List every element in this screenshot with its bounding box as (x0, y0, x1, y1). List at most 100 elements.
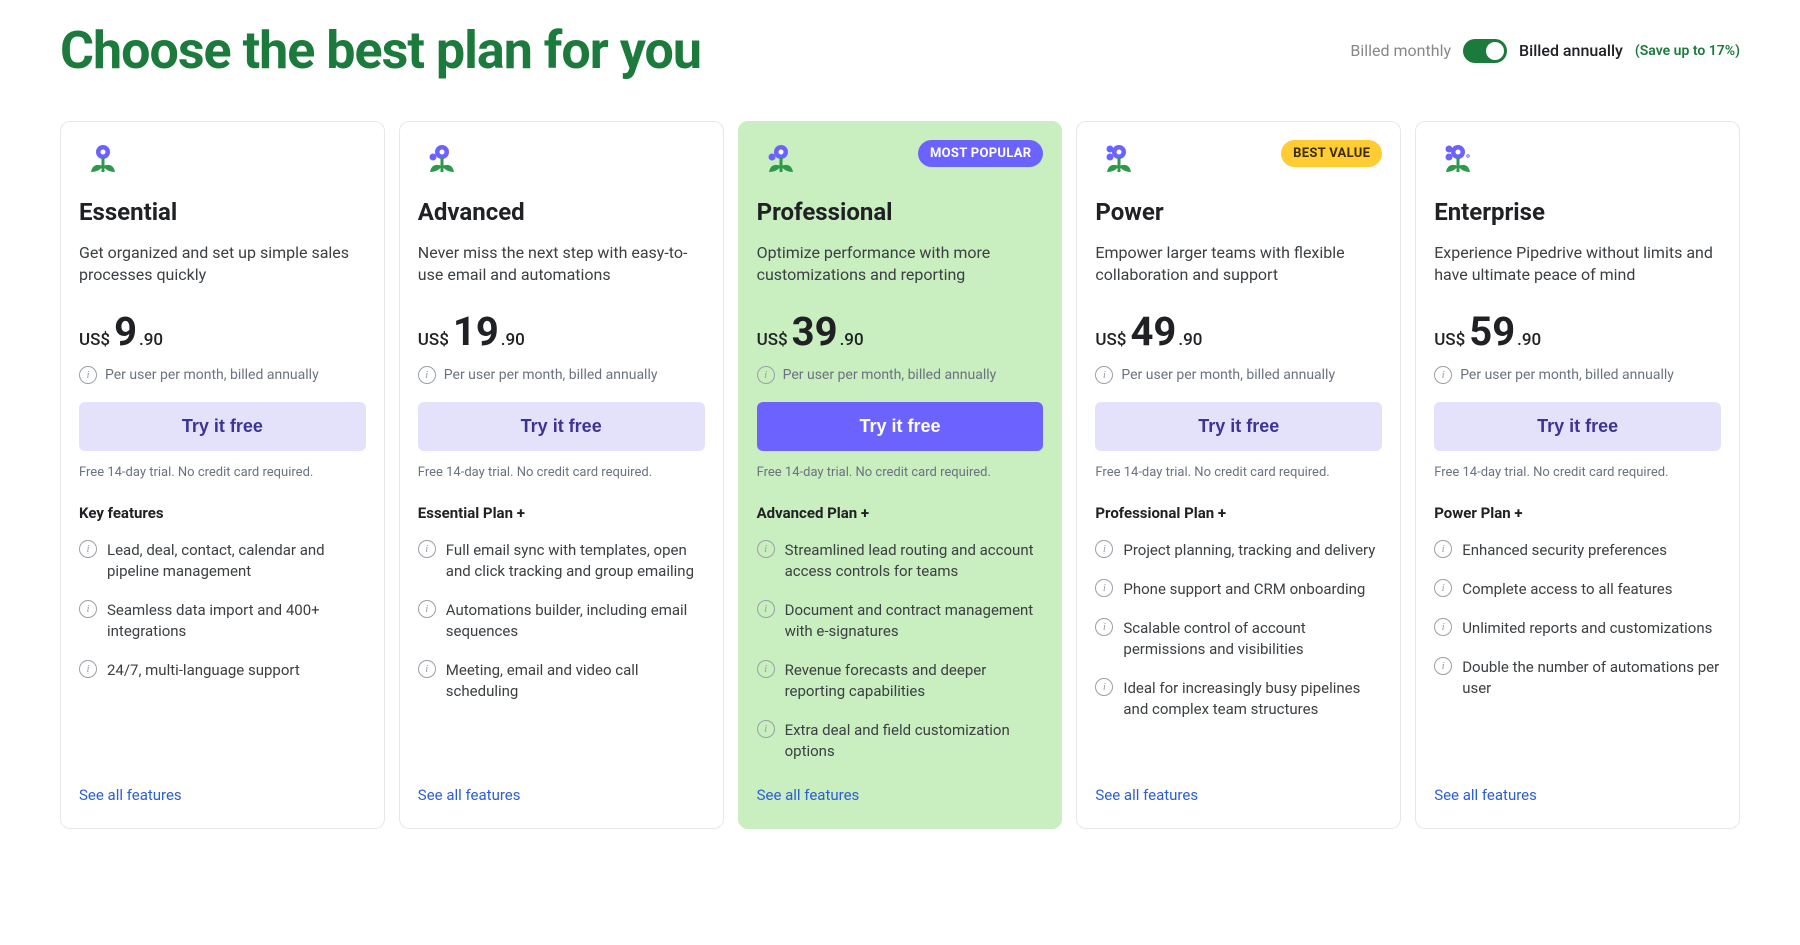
info-icon[interactable]: i (1434, 366, 1452, 384)
billing-monthly-label[interactable]: Billed monthly (1350, 41, 1451, 60)
info-icon[interactable]: i (79, 660, 97, 678)
info-icon[interactable]: i (79, 366, 97, 384)
feature-text: Double the number of automations per use… (1462, 657, 1721, 699)
features-list: i Lead, deal, contact, calendar and pipe… (79, 540, 366, 681)
plan-name: Essential (79, 198, 366, 226)
feature-item: i Project planning, tracking and deliver… (1095, 540, 1382, 561)
plan-description: Empower larger teams with flexible colla… (1095, 242, 1382, 288)
feature-item: i Extra deal and field customization opt… (757, 720, 1044, 762)
price-currency: US$ (757, 330, 788, 350)
info-icon[interactable]: i (1434, 579, 1452, 597)
feature-text: Extra deal and field customization optio… (785, 720, 1044, 762)
plan-flower-icon (79, 142, 119, 182)
plan-flower-icon (1095, 142, 1135, 182)
feature-item: i Streamlined lead routing and account a… (757, 540, 1044, 582)
info-icon[interactable]: i (418, 600, 436, 618)
info-icon[interactable]: i (757, 600, 775, 618)
info-icon[interactable]: i (418, 660, 436, 678)
feature-item: i Revenue forecasts and deeper reporting… (757, 660, 1044, 702)
plan-price: US$ 9 .90 (79, 312, 366, 352)
info-icon[interactable]: i (1095, 678, 1113, 696)
see-all-features-link[interactable]: See all features (757, 786, 1044, 804)
feature-text: Revenue forecasts and deeper reporting c… (785, 660, 1044, 702)
see-all-features-link[interactable]: See all features (79, 786, 366, 804)
info-icon[interactable]: i (1434, 540, 1452, 558)
try-free-button[interactable]: Try it free (757, 402, 1044, 451)
price-major: 59 (1469, 312, 1515, 352)
info-icon[interactable]: i (418, 366, 436, 384)
feature-item: i Enhanced security preferences (1434, 540, 1721, 561)
info-icon[interactable]: i (1434, 618, 1452, 636)
info-icon[interactable]: i (418, 540, 436, 558)
see-all-features-link[interactable]: See all features (418, 786, 705, 804)
plan-name: Power (1095, 198, 1382, 226)
plan-price: US$ 59 .90 (1434, 312, 1721, 352)
plan-description: Optimize performance with more customiza… (757, 242, 1044, 288)
try-free-button[interactable]: Try it free (1095, 402, 1382, 451)
feature-item: i Seamless data import and 400+ integrat… (79, 600, 366, 642)
feature-text: Enhanced security preferences (1462, 540, 1667, 561)
price-minor: .90 (139, 330, 163, 350)
plan-description: Experience Pipedrive without limits and … (1434, 242, 1721, 288)
plan-card-professional: MOST POPULAR Professional Optimize perfo… (738, 121, 1063, 829)
features-list: i Streamlined lead routing and account a… (757, 540, 1044, 762)
billing-annual-label[interactable]: Billed annually (1519, 41, 1623, 60)
info-icon[interactable]: i (1095, 579, 1113, 597)
price-major: 9 (114, 312, 137, 352)
info-icon[interactable]: i (1095, 540, 1113, 558)
trial-note: Free 14-day trial. No credit card requir… (1095, 465, 1382, 480)
plan-flower-icon (1434, 142, 1474, 182)
price-currency: US$ (418, 330, 449, 350)
feature-item: i Phone support and CRM onboarding (1095, 579, 1382, 600)
plan-card-advanced: Advanced Never miss the next step with e… (399, 121, 724, 829)
price-note: Per user per month, billed annually (1460, 367, 1674, 383)
price-currency: US$ (1434, 330, 1465, 350)
try-free-button[interactable]: Try it free (79, 402, 366, 451)
see-all-features-link[interactable]: See all features (1095, 786, 1382, 804)
features-heading: Advanced Plan + (757, 504, 1044, 522)
plan-name: Professional (757, 198, 1044, 226)
plan-badge: BEST VALUE (1281, 140, 1382, 167)
plan-price: US$ 49 .90 (1095, 312, 1382, 352)
billing-toggle[interactable] (1463, 39, 1507, 63)
price-note: Per user per month, billed annually (1121, 367, 1335, 383)
trial-note: Free 14-day trial. No credit card requir… (418, 465, 705, 480)
info-icon[interactable]: i (1434, 657, 1452, 675)
feature-text: Unlimited reports and customizations (1462, 618, 1712, 639)
try-free-button[interactable]: Try it free (418, 402, 705, 451)
features-heading: Key features (79, 504, 366, 522)
feature-text: Seamless data import and 400+ integratio… (107, 600, 366, 642)
feature-text: 24/7, multi-language support (107, 660, 300, 681)
see-all-features-link[interactable]: See all features (1434, 786, 1721, 804)
features-list: i Project planning, tracking and deliver… (1095, 540, 1382, 720)
price-major: 19 (453, 312, 499, 352)
feature-text: Project planning, tracking and delivery (1123, 540, 1375, 561)
feature-item: i 24/7, multi-language support (79, 660, 366, 681)
features-heading: Essential Plan + (418, 504, 705, 522)
info-icon[interactable]: i (79, 540, 97, 558)
price-currency: US$ (1095, 330, 1126, 350)
price-major: 49 (1130, 312, 1176, 352)
info-icon[interactable]: i (1095, 366, 1113, 384)
feature-text: Full email sync with templates, open and… (446, 540, 705, 582)
feature-item: i Complete access to all features (1434, 579, 1721, 600)
feature-item: i Automations builder, including email s… (418, 600, 705, 642)
features-heading: Professional Plan + (1095, 504, 1382, 522)
info-icon[interactable]: i (757, 720, 775, 738)
info-icon[interactable]: i (757, 540, 775, 558)
billing-toggle-group: Billed monthly Billed annually (Save up … (1350, 39, 1740, 63)
info-icon[interactable]: i (757, 366, 775, 384)
price-currency: US$ (79, 330, 110, 350)
info-icon[interactable]: i (79, 600, 97, 618)
trial-note: Free 14-day trial. No credit card requir… (757, 465, 1044, 480)
info-icon[interactable]: i (1095, 618, 1113, 636)
plan-name: Enterprise (1434, 198, 1721, 226)
feature-text: Automations builder, including email seq… (446, 600, 705, 642)
info-icon[interactable]: i (757, 660, 775, 678)
trial-note: Free 14-day trial. No credit card requir… (79, 465, 366, 480)
plan-card-power: BEST VALUE Power Empower larger teams wi… (1076, 121, 1401, 829)
plan-name: Advanced (418, 198, 705, 226)
plan-description: Get organized and set up simple sales pr… (79, 242, 366, 288)
features-heading: Power Plan + (1434, 504, 1721, 522)
try-free-button[interactable]: Try it free (1434, 402, 1721, 451)
